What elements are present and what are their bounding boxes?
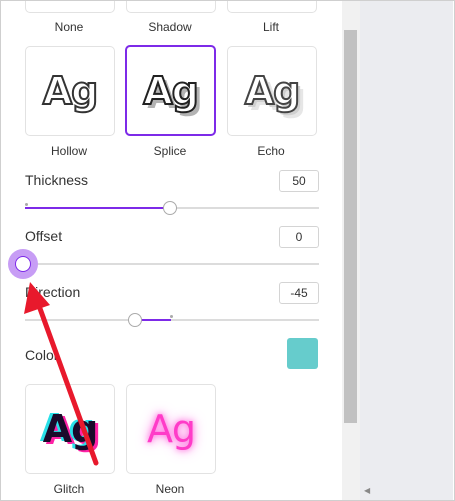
scroll-left-arrow-icon[interactable]: ◀ [364,486,370,495]
hollow-preview: Ag [42,68,100,114]
effect-label-shadow: Shadow [148,20,192,34]
direction-value-input[interactable]: -45 [279,282,319,304]
effect-label-none: None [54,20,84,34]
canvas-area [360,1,453,500]
direction-slider-handle[interactable] [128,313,142,327]
effect-tile-splice[interactable]: Ag [125,45,216,136]
scrollbar-thumb[interactable] [344,30,357,423]
effect-label-neon: Neon [155,482,185,496]
direction-slider-tick [170,315,173,318]
glitch-preview: Ag [42,407,99,451]
effect-label-hollow: Hollow [50,144,87,158]
effect-label-splice: Splice [153,144,187,158]
thickness-label: Thickness [25,172,89,188]
direction-slider-track[interactable] [25,319,319,321]
effect-tile-glitch[interactable]: Ag [25,384,115,474]
effect-tile-shadow[interactable] [126,1,216,13]
effect-label-glitch: Glitch [53,482,85,496]
color-label: Color [25,347,59,363]
direction-label: Direction [25,284,81,300]
effect-label-echo: Echo [257,144,285,158]
offset-slider-track[interactable] [25,263,319,265]
splice-preview: Ag [142,68,200,114]
offset-value-input[interactable]: 0 [279,226,319,248]
effect-tile-echo[interactable]: Ag [227,46,317,136]
offset-slider-handle[interactable] [8,249,38,279]
thickness-slider-tick [25,203,28,206]
echo-preview: Ag [244,68,302,114]
effect-tile-hollow[interactable]: Ag [25,46,115,136]
thickness-slider-fill [25,207,170,209]
thickness-slider-handle[interactable] [163,201,177,215]
effect-tile-lift[interactable] [227,1,317,13]
effects-panel: None Shadow Lift Ag Ag Ag Hollow Splice … [1,1,342,500]
effect-tile-neon[interactable]: Ag [126,384,216,474]
effect-label-lift: Lift [262,20,279,34]
thickness-value-input[interactable]: 50 [279,170,319,192]
offset-label: Offset [25,228,63,244]
neon-preview: Ag [146,407,196,451]
effect-tile-none[interactable] [25,1,115,13]
color-swatch[interactable] [287,338,318,369]
